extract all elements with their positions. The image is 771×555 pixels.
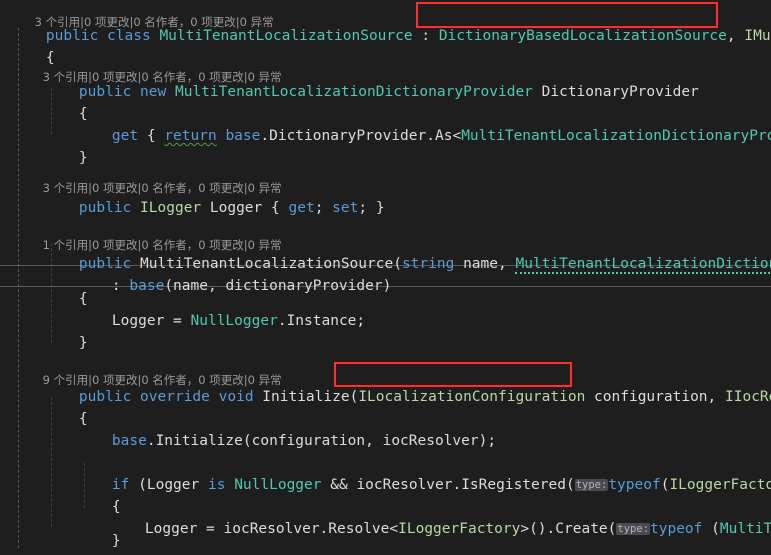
semicolon-punct: ; — [487, 433, 497, 449]
keyword-base: base — [111, 433, 147, 449]
code-line-if-open[interactable]: { — [0, 474, 771, 515]
code-line-class-declaration[interactable]: public class MultiTenantLocalizationSour… — [0, 3, 771, 44]
dot-punct: . — [146, 433, 156, 449]
code-line-if-close[interactable]: } — [0, 508, 771, 549]
code-editor[interactable]: 3 个引用|0 项更改|0 名作者，0 项更改|0 异常 public clas… — [0, 0, 771, 555]
code-line-initialize-open[interactable]: { — [0, 386, 771, 427]
code-line-base-initialize-call[interactable]: base.Initialize(configuration, iocResolv… — [0, 408, 771, 449]
code-line-dictionaryprovider-close[interactable]: } — [0, 125, 771, 166]
codelens-logger-property[interactable]: 3 个引用|0 项更改|0 名作者，0 项更改|0 异常 — [0, 155, 771, 195]
paren-open-punct: ( — [242, 433, 252, 449]
arg-name: iocResolver — [382, 433, 479, 449]
comma-punct: , — [365, 433, 374, 449]
code-line-dictionaryprovider-decl[interactable]: public new MultiTenantLocalizationDictio… — [0, 59, 771, 100]
code-line-dictionaryprovider-getter[interactable]: get { return base.DictionaryProvider.As<… — [0, 103, 771, 144]
method-name: Initialize — [155, 433, 243, 449]
code-line-initialize-signature[interactable]: public override void Initialize(ILocaliz… — [0, 364, 771, 405]
code-line-logger-assignment[interactable]: Logger = NullLogger.Instance; — [0, 288, 771, 329]
code-line-constructor-signature[interactable]: public MultiTenantLocalizationSource(str… — [0, 231, 771, 274]
code-line-if-condition[interactable]: if (Logger is NullLogger && iocResolver.… — [0, 452, 771, 493]
code-line-constructor-close[interactable]: } — [0, 310, 771, 351]
code-line-logger-property[interactable]: public ILogger Logger { get; set; } — [0, 175, 771, 216]
arg-name: configuration — [251, 433, 366, 449]
code-line-dictionaryprovider-open[interactable]: { — [0, 81, 771, 122]
code-line-initialize-close[interactable]: } — [0, 530, 771, 552]
code-line-constructor-open[interactable]: { — [0, 266, 771, 307]
